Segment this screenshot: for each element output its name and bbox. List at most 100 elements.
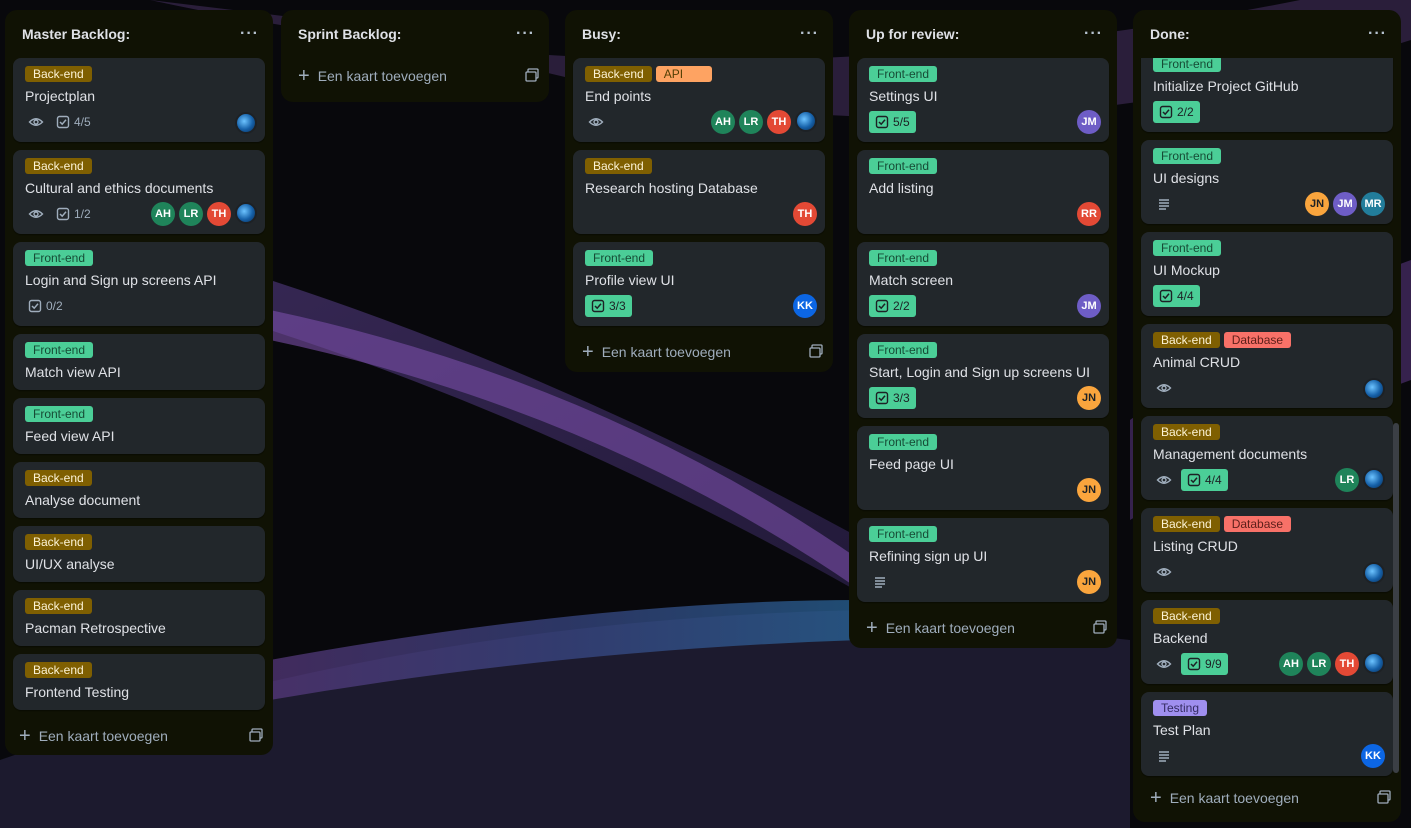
member-avatar[interactable]: LR (179, 202, 203, 226)
card[interactable]: Front-end Login and Sign up screens API 0/… (13, 242, 265, 326)
card[interactable]: Back-end Frontend Testing (13, 654, 265, 710)
list-menu-icon[interactable]: ··· (1084, 25, 1103, 43)
card-label[interactable]: Back-end (1153, 608, 1220, 624)
member-avatar-globe[interactable] (1363, 562, 1385, 584)
member-avatar-globe[interactable] (235, 112, 257, 134)
card[interactable]: Back-end Analyse document (13, 462, 265, 518)
card-label[interactable]: Front-end (869, 434, 938, 450)
member-avatar[interactable]: TH (793, 202, 817, 226)
card[interactable]: Back-end Projectplan 4/5 (13, 58, 265, 142)
card-label[interactable]: Front-end (25, 406, 94, 422)
add-card-button[interactable]: + Een kaart toevoegen (582, 342, 731, 362)
card[interactable]: Back-end Backend 9/9 AH LR TH (1141, 600, 1393, 684)
member-avatar[interactable]: KK (793, 294, 817, 318)
member-avatar[interactable]: TH (207, 202, 231, 226)
card-label[interactable]: Database (1223, 332, 1292, 348)
member-avatar[interactable]: JM (1077, 294, 1101, 318)
card-label[interactable]: Database (1223, 516, 1292, 532)
member-avatar[interactable]: JM (1333, 192, 1357, 216)
card-label[interactable]: Back-end (585, 66, 652, 82)
member-avatar[interactable]: LR (1307, 652, 1331, 676)
list-menu-icon[interactable]: ··· (1368, 25, 1387, 43)
card[interactable]: Front-end Feed view API (13, 398, 265, 454)
card-label[interactable]: Front-end (1153, 148, 1222, 164)
card[interactable]: Front-end Match view API (13, 334, 265, 390)
card-label[interactable]: Front-end (1153, 240, 1222, 256)
member-avatar-globe[interactable] (235, 202, 257, 224)
create-from-template-icon[interactable] (1093, 619, 1107, 637)
member-avatar-globe[interactable] (795, 110, 817, 132)
card[interactable]: Back-end Management documents 4/4 LR (1141, 416, 1393, 500)
card[interactable]: Front-end Start, Login and Sign up screen… (857, 334, 1109, 418)
create-from-template-icon[interactable] (1377, 789, 1391, 807)
member-avatar[interactable]: TH (767, 110, 791, 134)
member-avatar[interactable]: TH (1335, 652, 1359, 676)
member-avatar[interactable]: JN (1077, 570, 1101, 594)
card[interactable]: Back-end Database Listing CRUD (1141, 508, 1393, 592)
card[interactable]: Front-end Initialize Project GitHub 2/2 (1141, 58, 1393, 132)
card[interactable]: Front-end Feed page UI JN (857, 426, 1109, 510)
scrollbar[interactable] (1393, 423, 1399, 773)
add-card-button[interactable]: + Een kaart toevoegen (19, 726, 168, 746)
card[interactable]: Back-end Pacman Retrospective (13, 590, 265, 646)
card-label[interactable]: Back-end (1153, 332, 1220, 348)
card[interactable]: Front-end Add listing RR (857, 150, 1109, 234)
card[interactable]: Front-end Profile view UI 3/3 KK (573, 242, 825, 326)
card-label[interactable]: Back-end (1153, 424, 1220, 440)
card-label[interactable]: Front-end (869, 66, 938, 82)
create-from-template-icon[interactable] (525, 67, 539, 85)
list-menu-icon[interactable]: ··· (516, 25, 535, 43)
member-avatar-globe[interactable] (1363, 468, 1385, 490)
member-avatar[interactable]: LR (1335, 468, 1359, 492)
card[interactable]: Testing Test Plan KK (1141, 692, 1393, 776)
add-card-button[interactable]: + Een kaart toevoegen (1150, 788, 1299, 808)
card[interactable]: Front-end Match screen 2/2 JM (857, 242, 1109, 326)
card[interactable]: Back-end Database Animal CRUD (1141, 324, 1393, 408)
member-avatar-globe[interactable] (1363, 652, 1385, 674)
card-label[interactable]: API (655, 66, 712, 82)
member-avatar-globe[interactable] (1363, 378, 1385, 400)
member-avatar[interactable]: JN (1077, 386, 1101, 410)
member-avatar[interactable]: AH (151, 202, 175, 226)
card-label[interactable]: Testing (1153, 700, 1208, 716)
card-label[interactable]: Front-end (869, 526, 938, 542)
card-label[interactable]: Back-end (25, 470, 92, 486)
create-from-template-icon[interactable] (809, 343, 823, 361)
card-label[interactable]: Front-end (25, 342, 94, 358)
card[interactable]: Front-end UI designs JN JM MR (1141, 140, 1393, 224)
member-avatar[interactable]: AH (1279, 652, 1303, 676)
add-card-button[interactable]: + Een kaart toevoegen (298, 66, 447, 86)
member-avatar[interactable]: RR (1077, 202, 1101, 226)
member-avatar[interactable]: JN (1077, 478, 1101, 502)
card[interactable]: Back-end API End points AH LR TH (573, 58, 825, 142)
list-menu-icon[interactable]: ··· (800, 25, 819, 43)
card[interactable]: Front-end Refining sign up UI JN (857, 518, 1109, 602)
card-label[interactable]: Back-end (585, 158, 652, 174)
card-label[interactable]: Back-end (1153, 516, 1220, 532)
member-avatar[interactable]: LR (739, 110, 763, 134)
card-label[interactable]: Back-end (25, 158, 92, 174)
member-avatar[interactable]: JM (1077, 110, 1101, 134)
card-label[interactable]: Front-end (585, 250, 654, 266)
card-label[interactable]: Front-end (869, 158, 938, 174)
card-label[interactable]: Front-end (869, 250, 938, 266)
card[interactable]: Back-end UI/UX analyse (13, 526, 265, 582)
card-label[interactable]: Back-end (25, 534, 92, 550)
list-menu-icon[interactable]: ··· (240, 25, 259, 43)
add-card-button[interactable]: + Een kaart toevoegen (866, 618, 1015, 638)
card-label[interactable]: Back-end (25, 66, 92, 82)
card-label[interactable]: Front-end (25, 250, 94, 266)
card[interactable]: Back-end Cultural and ethics documents 1/2… (13, 150, 265, 234)
card-label[interactable]: Front-end (1153, 58, 1222, 72)
card[interactable]: Front-end Settings UI 5/5 JM (857, 58, 1109, 142)
member-avatar[interactable]: KK (1361, 744, 1385, 768)
card-label[interactable]: Front-end (869, 342, 938, 358)
card[interactable]: Front-end UI Mockup 4/4 (1141, 232, 1393, 316)
create-from-template-icon[interactable] (249, 727, 263, 745)
card-label[interactable]: Back-end (25, 598, 92, 614)
card[interactable]: Back-end Research hosting Database TH (573, 150, 825, 234)
card-label[interactable]: Back-end (25, 662, 92, 678)
member-avatar[interactable]: JN (1305, 192, 1329, 216)
member-avatar[interactable]: MR (1361, 192, 1385, 216)
member-avatar[interactable]: AH (711, 110, 735, 134)
